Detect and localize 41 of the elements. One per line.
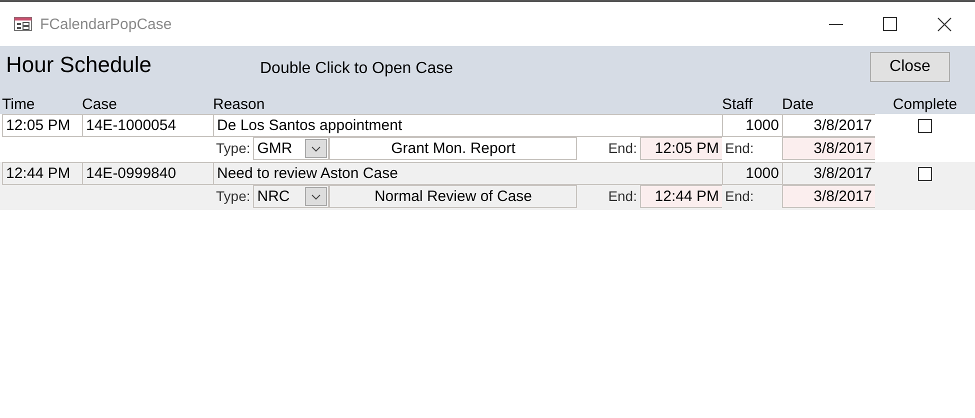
time-cell: 12:44 PM bbox=[2, 162, 82, 185]
window-title: FCalendarPopCase bbox=[40, 16, 173, 32]
close-icon bbox=[936, 16, 952, 32]
chevron-down-icon bbox=[311, 146, 322, 152]
type-dropdown[interactable]: NRC bbox=[253, 185, 330, 208]
end-date-label: End: bbox=[724, 139, 755, 158]
column-header: Time bbox=[2, 95, 36, 114]
column-header: Date bbox=[782, 95, 815, 114]
end-time-label: End: bbox=[607, 139, 638, 158]
end-date-cell: 3/8/2017 bbox=[782, 137, 875, 160]
time-cell: 12:05 PM bbox=[2, 114, 82, 137]
case-cell: 14E-1000054 bbox=[82, 114, 213, 137]
column-header: Reason bbox=[213, 95, 266, 114]
type-dropdown[interactable]: GMR bbox=[253, 137, 330, 160]
dropdown-button[interactable] bbox=[305, 187, 328, 206]
column-header: Staff bbox=[722, 95, 754, 114]
hint-text: Double Click to Open Case bbox=[260, 60, 454, 78]
staff-cell: 1000 bbox=[722, 162, 782, 185]
complete-checkbox[interactable] bbox=[918, 167, 932, 181]
end-time-cell: 12:05 PM bbox=[640, 137, 722, 160]
end-time-label: End: bbox=[607, 187, 638, 206]
form-title: Hour Schedule bbox=[6, 52, 153, 78]
type-description: Normal Review of Case bbox=[329, 185, 578, 208]
reason-cell: Need to review Aston Case bbox=[213, 162, 722, 185]
type-label: Type: bbox=[215, 139, 252, 158]
end-date-cell: 3/8/2017 bbox=[782, 185, 875, 208]
staff-cell: 1000 bbox=[722, 114, 782, 137]
end-time-cell: 12:44 PM bbox=[640, 185, 722, 208]
type-label: Type: bbox=[215, 187, 252, 206]
form-icon bbox=[14, 17, 32, 31]
column-header: Complete bbox=[892, 95, 958, 114]
dropdown-button[interactable] bbox=[305, 139, 328, 158]
end-date-label: End: bbox=[724, 187, 755, 206]
chevron-down-icon bbox=[311, 194, 322, 200]
complete-checkbox[interactable] bbox=[918, 119, 932, 133]
type-description: Grant Mon. Report bbox=[329, 137, 578, 160]
column-header: Case bbox=[82, 95, 118, 114]
reason-cell: De Los Santos appointment bbox=[213, 114, 722, 137]
maximize-icon bbox=[883, 17, 897, 31]
case-cell: 14E-0999840 bbox=[82, 162, 213, 185]
close-form-button[interactable]: Close bbox=[870, 52, 950, 82]
